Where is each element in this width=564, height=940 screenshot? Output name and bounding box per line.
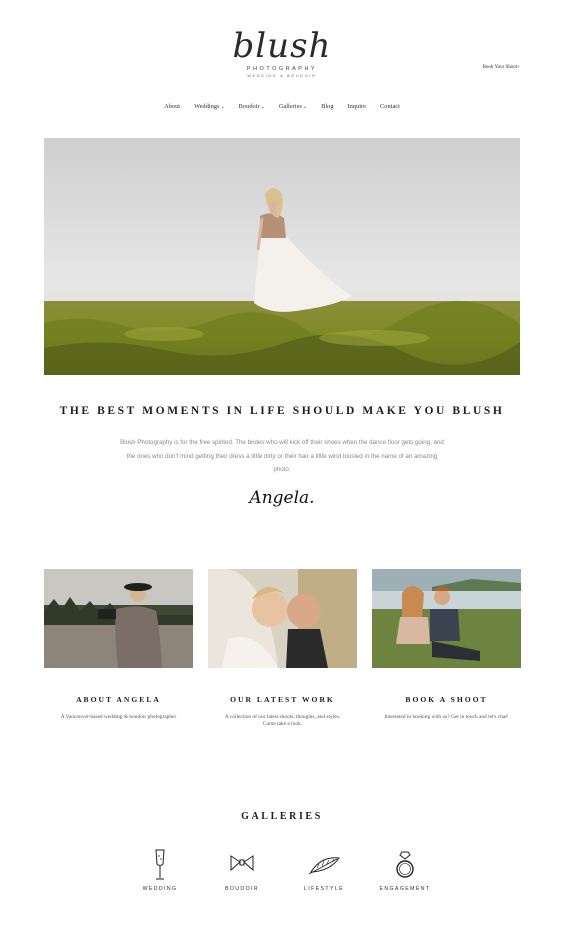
signature: Angela. bbox=[249, 488, 315, 508]
site-logo[interactable]: blush PHOTOGRAPHY WEDDING & BOUDOIR bbox=[0, 28, 564, 78]
card-text-line1: A collection of our latest shoots, thoug… bbox=[224, 714, 341, 720]
nav-item-blog[interactable]: Blog bbox=[321, 103, 333, 110]
book-your-shoot-link[interactable]: Book Your Shoot+ bbox=[483, 65, 520, 70]
main-nav: About Weddings⌄ Boudoir⌄ Galleries⌄ Blog… bbox=[0, 103, 564, 110]
card-title: BOOK A SHOOT bbox=[405, 695, 488, 704]
book-shoot-photo bbox=[372, 569, 521, 668]
champagne-glass-icon bbox=[155, 849, 165, 880]
gallery-label: WEDDING bbox=[142, 886, 178, 892]
gallery-label: LIFESTYLE bbox=[304, 886, 344, 892]
nav-item-contact[interactable]: Contact bbox=[380, 103, 400, 110]
logo-subtitle: PHOTOGRAPHY bbox=[246, 66, 318, 72]
nav-item-weddings[interactable]: Weddings⌄ bbox=[194, 103, 225, 110]
card-title: ABOUT ANGELA bbox=[76, 695, 161, 704]
card-title: OUR LATEST WORK bbox=[230, 695, 335, 704]
diamond-ring-icon bbox=[396, 851, 414, 878]
card-text: A collection of our latest shoots, thoug… bbox=[216, 714, 349, 728]
logo-tagline: WEDDING & BOUDOIR bbox=[247, 74, 317, 78]
gallery-lifestyle[interactable]: LIFESTYLE bbox=[289, 848, 359, 892]
latest-work-photo bbox=[208, 569, 357, 668]
nav-item-about[interactable]: About bbox=[164, 103, 180, 110]
bow-tie-icon bbox=[230, 855, 254, 872]
chevron-down-icon: ⌄ bbox=[220, 105, 225, 110]
intro-paragraph: Blush Photography is for the free spirit… bbox=[120, 439, 444, 473]
chevron-down-icon: ⌄ bbox=[260, 105, 265, 110]
gallery-wedding[interactable]: WEDDING bbox=[125, 848, 195, 892]
page-headline: THE BEST MOMENTS IN LIFE SHOULD MAKE YOU… bbox=[59, 405, 505, 417]
card-latest-work[interactable]: OUR LATEST WORK A collection of our late… bbox=[208, 569, 357, 728]
nav-item-inquire[interactable]: Inquire bbox=[348, 103, 366, 110]
feather-icon bbox=[308, 857, 340, 875]
gallery-engagement[interactable]: ENGAGEMENT bbox=[370, 848, 440, 892]
hero-image bbox=[44, 138, 520, 375]
nav-item-label: Boudoir bbox=[238, 103, 260, 110]
about-photo bbox=[44, 569, 193, 668]
nav-item-label: Weddings bbox=[194, 103, 220, 110]
gallery-label: BOUDOIR bbox=[224, 886, 259, 892]
card-book-a-shoot[interactable]: BOOK A SHOOT Interested in booking with … bbox=[372, 569, 521, 721]
chevron-down-icon: ⌄ bbox=[302, 105, 308, 110]
card-text: Interested in booking with us? Get in to… bbox=[384, 714, 509, 720]
nav-item-galleries[interactable]: Galleries⌄ bbox=[279, 103, 307, 110]
nav-item-label: Galleries bbox=[278, 103, 302, 110]
galleries-title: GALLERIES bbox=[241, 811, 323, 822]
card-about[interactable]: ABOUT ANGELA A Vancouver-based wedding &… bbox=[44, 569, 193, 721]
gallery-label: ENGAGEMENT bbox=[379, 886, 431, 892]
logo-script: blush bbox=[232, 26, 332, 66]
gallery-boudoir[interactable]: BOUDOIR bbox=[207, 848, 277, 892]
card-text: A Vancouver-based wedding & boudoir phot… bbox=[60, 714, 177, 720]
nav-item-boudoir[interactable]: Boudoir⌄ bbox=[239, 103, 265, 110]
card-text-line2: Come take a look. bbox=[262, 721, 303, 727]
